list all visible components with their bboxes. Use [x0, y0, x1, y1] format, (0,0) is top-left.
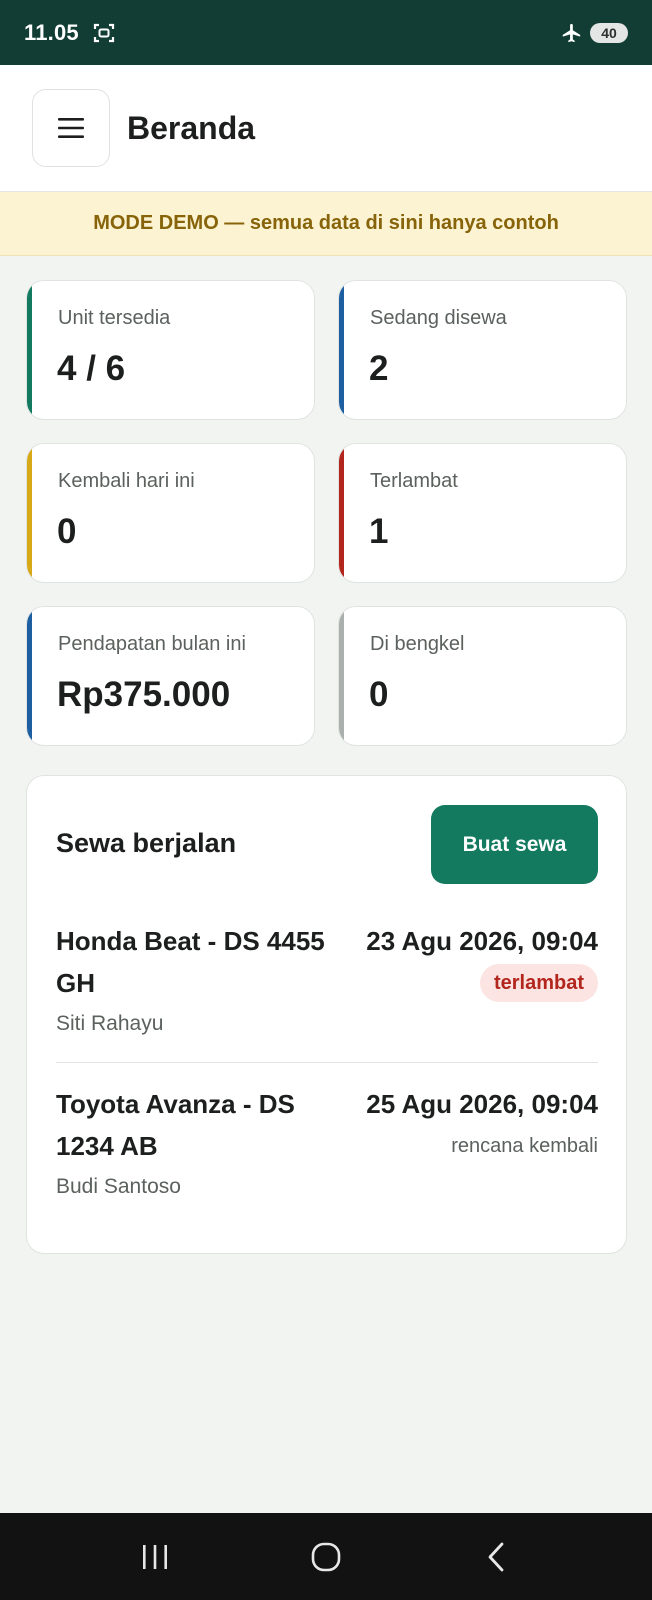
stat-accent-bar — [339, 607, 344, 745]
stat-accent-bar — [27, 444, 32, 582]
create-rental-button[interactable]: Buat sewa — [431, 805, 598, 884]
stat-card-currently-rented[interactable]: Sedang disewa 2 — [338, 280, 627, 420]
stat-label: Terlambat — [370, 470, 458, 492]
stat-value: 0 — [369, 675, 389, 714]
stat-card-available-units[interactable]: Unit tersedia 4 / 6 — [26, 280, 315, 420]
stat-card-returning-today[interactable]: Kembali hari ini 0 — [26, 443, 315, 583]
stat-accent-bar — [339, 444, 344, 582]
app-header: Beranda — [0, 65, 652, 192]
status-right: 40 — [560, 22, 628, 44]
rental-vehicle-name: Toyota Avanza - DS 1234 AB — [56, 1089, 295, 1161]
stat-card-late[interactable]: Terlambat 1 — [338, 443, 627, 583]
home-icon[interactable] — [309, 1540, 343, 1574]
rental-list-item[interactable]: Honda Beat - DS 4455 GH Siti Rahayu 23 A… — [56, 920, 598, 1040]
status-time: 11.05 — [24, 19, 79, 45]
stat-label: Pendapatan bulan ini — [58, 633, 246, 655]
back-icon[interactable] — [480, 1540, 514, 1574]
rental-customer-name: Siti Rahayu — [56, 1012, 164, 1035]
hamburger-menu-icon — [58, 118, 84, 138]
screenshot-icon — [93, 23, 114, 42]
airplane-icon — [562, 23, 581, 42]
stat-value: 0 — [57, 512, 77, 551]
stat-value: 1 — [369, 512, 389, 551]
stat-label: Sedang disewa — [370, 307, 507, 329]
status-left: 11.05 — [24, 20, 115, 46]
rental-vehicle-name: Honda Beat - DS 4455 GH — [56, 926, 325, 998]
recent-apps-icon[interactable] — [138, 1540, 172, 1574]
ongoing-rentals-card: Sewa berjalan Buat sewa Honda Beat - DS … — [26, 775, 627, 1254]
status-bar: 11.05 40 — [0, 0, 652, 65]
row-divider — [56, 1062, 598, 1063]
stat-label: Di bengkel — [370, 633, 465, 655]
demo-mode-banner: MODE DEMO — semua data di sini hanya con… — [0, 192, 652, 256]
stat-value: 4 / 6 — [57, 349, 126, 388]
page-title: Beranda — [127, 109, 256, 146]
stat-label: Kembali hari ini — [58, 470, 195, 492]
rental-due-date: 25 Agu 2026, 09:04 — [366, 1089, 598, 1119]
stat-value: 2 — [369, 349, 389, 388]
rental-list-item[interactable]: Toyota Avanza - DS 1234 AB Budi Santoso … — [56, 1083, 598, 1203]
planned-return-note: rencana kembali — [451, 1135, 598, 1157]
stat-card-monthly-revenue[interactable]: Pendapatan bulan ini Rp375.000 — [26, 606, 315, 746]
stat-accent-bar — [339, 281, 344, 419]
late-status-badge: terlambat — [479, 964, 598, 1002]
battery-indicator: 40 — [590, 22, 628, 43]
stat-label: Unit tersedia — [58, 307, 171, 329]
stat-accent-bar — [27, 607, 32, 745]
stat-card-in-workshop[interactable]: Di bengkel 0 — [338, 606, 627, 746]
system-navigation-bar — [0, 1513, 652, 1600]
rental-due-date: 23 Agu 2026, 09:04 — [366, 926, 598, 956]
rentals-section-title: Sewa berjalan — [56, 828, 237, 858]
stat-accent-bar — [27, 281, 32, 419]
rental-customer-name: Budi Santoso — [56, 1175, 181, 1198]
menu-button[interactable] — [32, 89, 110, 167]
stat-value: Rp375.000 — [57, 675, 231, 714]
